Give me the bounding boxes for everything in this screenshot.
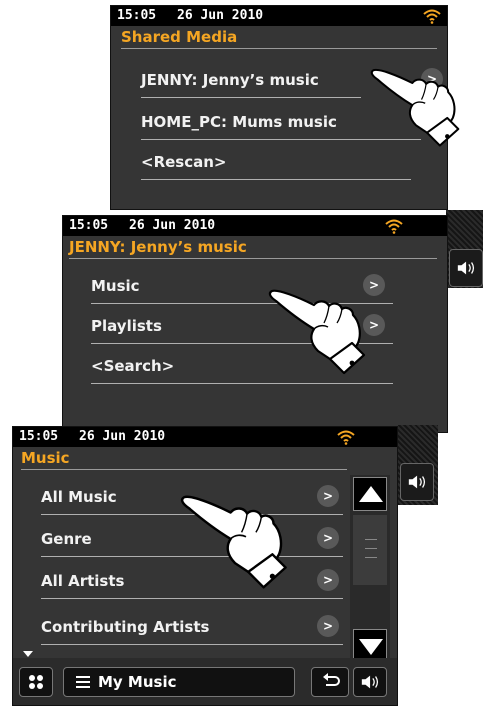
chevron-right-icon[interactable]: >	[317, 569, 339, 591]
page-title: Shared Media	[121, 26, 437, 49]
my-music-label: My Music	[98, 673, 177, 691]
grid-menu-icon	[29, 675, 43, 689]
scrollbar[interactable]	[350, 475, 390, 665]
list-item-label: HOME_PC: Mums music	[141, 113, 337, 131]
list-item-label: Contributing Artists	[41, 618, 210, 636]
my-music-button[interactable]: My Music	[63, 667, 295, 697]
pointing-hand-icon	[180, 490, 290, 590]
clock-date: 26 Jun 2010	[177, 8, 264, 23]
pointing-hand-icon	[370, 60, 462, 152]
back-button[interactable]	[311, 667, 349, 697]
divider	[141, 97, 361, 98]
list-item-label: All Artists	[41, 572, 125, 590]
chevron-right-icon[interactable]: >	[317, 527, 339, 549]
wifi-icon	[337, 429, 355, 445]
list-item-label: All Music	[41, 488, 117, 506]
volume-icon	[407, 474, 429, 490]
list-icon	[76, 676, 90, 688]
volume-button[interactable]	[400, 463, 434, 501]
divider	[91, 383, 393, 384]
list-item-jenny[interactable]: JENNY: Jenny’s music	[141, 68, 361, 98]
jenny-music-screen: 15:05 26 Jun 2010 JENNY: Jenny’s music M…	[62, 215, 448, 433]
triangle-down-icon	[359, 639, 383, 655]
divider	[41, 598, 343, 599]
wifi-icon	[423, 8, 441, 24]
pointing-hand-icon	[268, 280, 368, 380]
list-item-rescan[interactable]: <Rescan>	[141, 150, 411, 180]
more-below-indicator	[23, 651, 33, 657]
chevron-right-icon[interactable]: >	[317, 485, 339, 507]
list-item-label: JENNY: Jenny’s music	[141, 71, 319, 89]
chevron-right-icon[interactable]: >	[317, 615, 339, 637]
status-bar: 15:05 26 Jun 2010	[63, 216, 447, 236]
status-bar: 15:05 26 Jun 2010	[13, 427, 397, 447]
volume-button[interactable]	[353, 667, 387, 697]
volume-icon	[360, 674, 382, 690]
clock-date: 26 Jun 2010	[129, 218, 216, 233]
list-item-label: <Rescan>	[141, 153, 227, 171]
wifi-icon	[385, 218, 403, 234]
status-bar: 15:05 26 Jun 2010	[111, 6, 447, 26]
list-item-label: <Search>	[91, 357, 175, 375]
clock-time: 15:05	[117, 8, 157, 23]
divider	[141, 179, 411, 180]
divider	[41, 644, 343, 645]
triangle-up-icon	[359, 486, 383, 502]
clock-date: 26 Jun 2010	[79, 429, 166, 444]
menu-button[interactable]	[19, 667, 53, 697]
volume-icon	[456, 260, 478, 276]
clock-time: 15:05	[19, 429, 59, 444]
list-item-label: Playlists	[91, 317, 162, 335]
clock-time: 15:05	[69, 218, 109, 233]
bottom-toolbar: My Music	[13, 658, 397, 705]
scroll-thumb[interactable]	[353, 515, 387, 585]
page-title: JENNY: Jenny’s music	[69, 236, 437, 259]
volume-button[interactable]	[449, 249, 483, 287]
list-item-label: Music	[91, 277, 140, 295]
page-title: Music	[21, 447, 347, 470]
list-item-label: Genre	[41, 530, 92, 548]
back-icon	[323, 673, 340, 686]
list-item-contributing-artists[interactable]: Contributing Artists	[41, 615, 343, 645]
scroll-up-button[interactable]	[353, 477, 387, 511]
